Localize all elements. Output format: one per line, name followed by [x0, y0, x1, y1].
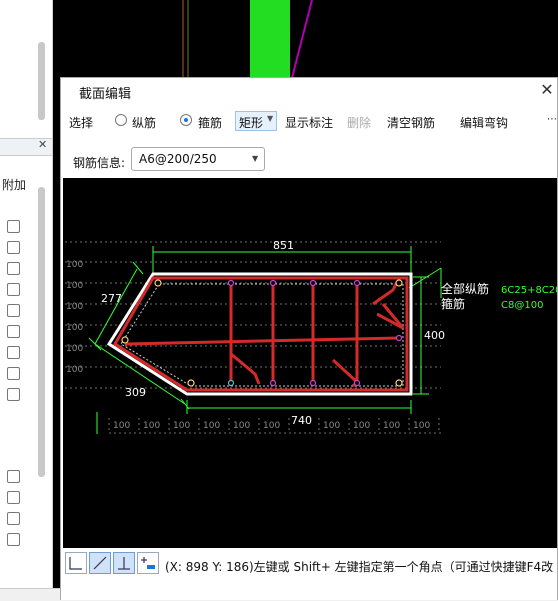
- row-checkbox[interactable]: [7, 470, 20, 483]
- show-annotation-button[interactable]: 显示标注: [285, 114, 333, 131]
- close-button[interactable]: ✕: [537, 80, 557, 100]
- grid-label: 100: [413, 421, 430, 431]
- row-checkbox[interactable]: [7, 367, 20, 380]
- grid-label: 100: [323, 421, 340, 431]
- dialog-titlebar[interactable]: 截面编辑 ✕: [61, 78, 557, 104]
- dialog-title: 截面编辑: [79, 87, 132, 102]
- row-checkbox[interactable]: [7, 304, 20, 317]
- perpendicular-icon[interactable]: [113, 552, 135, 574]
- toolbar: 选择 纵筋 箍筋 矩形 ▼ 显示标注 删除 清空钢筋 编辑弯钩 ⋯: [61, 108, 557, 139]
- section-drawing: 100 100 100 100 100 100 100 100 100 100 …: [65, 239, 557, 434]
- inner-cover-line: [120, 283, 404, 387]
- row-checkbox[interactable]: [7, 533, 20, 546]
- grid-label: 100: [143, 421, 160, 431]
- dim-right-label: 400: [424, 329, 445, 342]
- edit-hook-button[interactable]: 编辑弯钩: [460, 114, 508, 131]
- chevron-down-icon: ▼: [267, 114, 274, 123]
- grid-label: 100: [383, 421, 400, 431]
- more-icon[interactable]: ⋯: [547, 114, 557, 125]
- grid-label: 100: [66, 344, 83, 354]
- rebar-info-row: 钢筋信息: A6@200/250 ▼: [61, 138, 557, 178]
- stirrup-rebars: [112, 276, 409, 392]
- annot-stirrup-label: 箍筋: [441, 296, 465, 311]
- grid-label: 100: [173, 421, 190, 431]
- row-checkbox[interactable]: [7, 262, 20, 275]
- side-panel: [0, 0, 53, 600]
- delete-button[interactable]: 删除: [347, 114, 371, 131]
- row-checkbox[interactable]: [7, 241, 20, 254]
- grid-label: 100: [113, 421, 130, 431]
- rebar-info-value: A6@200/250: [139, 152, 217, 166]
- ortho-mode-icon[interactable]: [65, 552, 87, 574]
- add-point-icon[interactable]: [137, 552, 159, 574]
- grid-label: 100: [66, 365, 83, 375]
- annot-all-long-value: 6C25+8C20: [501, 285, 557, 296]
- side-panel-scrollbar[interactable]: [38, 187, 45, 477]
- side-panel-close-button[interactable]: ✕: [38, 138, 47, 151]
- section-canvas[interactable]: 100 100 100 100 100 100 100 100 100 100 …: [63, 178, 557, 548]
- status-bar: (X: 898 Y: 186)左键或 Shift+ 左键指定第一个角点（可通过快…: [61, 548, 557, 600]
- dim-left-lower-label: 309: [125, 386, 146, 399]
- rebar-info-label: 钢筋信息:: [73, 156, 126, 170]
- rebar-info-select[interactable]: A6@200/250 ▼: [131, 147, 265, 171]
- row-checkbox[interactable]: [7, 283, 20, 296]
- side-panel-scrollbar-top[interactable]: [38, 42, 45, 120]
- longitudinal-label[interactable]: 纵筋: [132, 114, 156, 131]
- longitudinal-radio[interactable]: [115, 114, 127, 126]
- row-checkbox[interactable]: [7, 388, 20, 401]
- clear-rebar-button[interactable]: 清空钢筋: [387, 114, 435, 131]
- line-mode-icon[interactable]: [89, 552, 111, 574]
- section-edit-dialog: 截面编辑 ✕ 选择 纵筋 箍筋 矩形 ▼ 显示标注 删除 清空钢筋 编辑弯钩 ⋯…: [60, 77, 558, 600]
- column-header-additional: 附加: [2, 178, 27, 192]
- row-checkbox[interactable]: [7, 346, 20, 359]
- grid-label: 100: [66, 302, 83, 312]
- rect-dropdown-button[interactable]: 矩形 ▼: [235, 111, 277, 131]
- row-checkbox[interactable]: [7, 220, 20, 233]
- annot-all-long-label: 全部纵筋: [441, 281, 489, 296]
- grid-label: 100: [66, 260, 83, 270]
- row-checkbox[interactable]: [7, 491, 20, 504]
- dimension-lines: 851 277 309 740 400: [88, 239, 445, 434]
- stirrup-radio[interactable]: [180, 114, 192, 126]
- grid-label: 100: [203, 421, 220, 431]
- chevron-down-icon: ▼: [252, 154, 259, 163]
- dim-left-upper-label: 277: [101, 292, 122, 305]
- annot-stirrup-value: C8@100: [501, 300, 543, 311]
- row-checkbox[interactable]: [7, 325, 20, 338]
- grid-label: 100: [353, 421, 370, 431]
- dim-top-label: 851: [273, 239, 294, 252]
- grid-label: 100: [66, 323, 83, 333]
- annotation: 全部纵筋 6C25+8C20 箍筋 C8@100: [441, 281, 557, 311]
- select-button[interactable]: 选择: [69, 114, 93, 131]
- grid-label: 100: [263, 421, 280, 431]
- stirrup-label[interactable]: 箍筋: [198, 114, 222, 131]
- row-checkbox[interactable]: [7, 512, 20, 525]
- status-text: (X: 898 Y: 186)左键或 Shift+ 左键指定第一个角点（可通过快…: [165, 560, 554, 574]
- dim-bottom-label: 740: [291, 414, 312, 427]
- grid-label: 100: [233, 421, 250, 431]
- grid-label: 100: [66, 281, 83, 291]
- rect-label: 矩形: [239, 116, 264, 130]
- cad-background: [0, 0, 558, 78]
